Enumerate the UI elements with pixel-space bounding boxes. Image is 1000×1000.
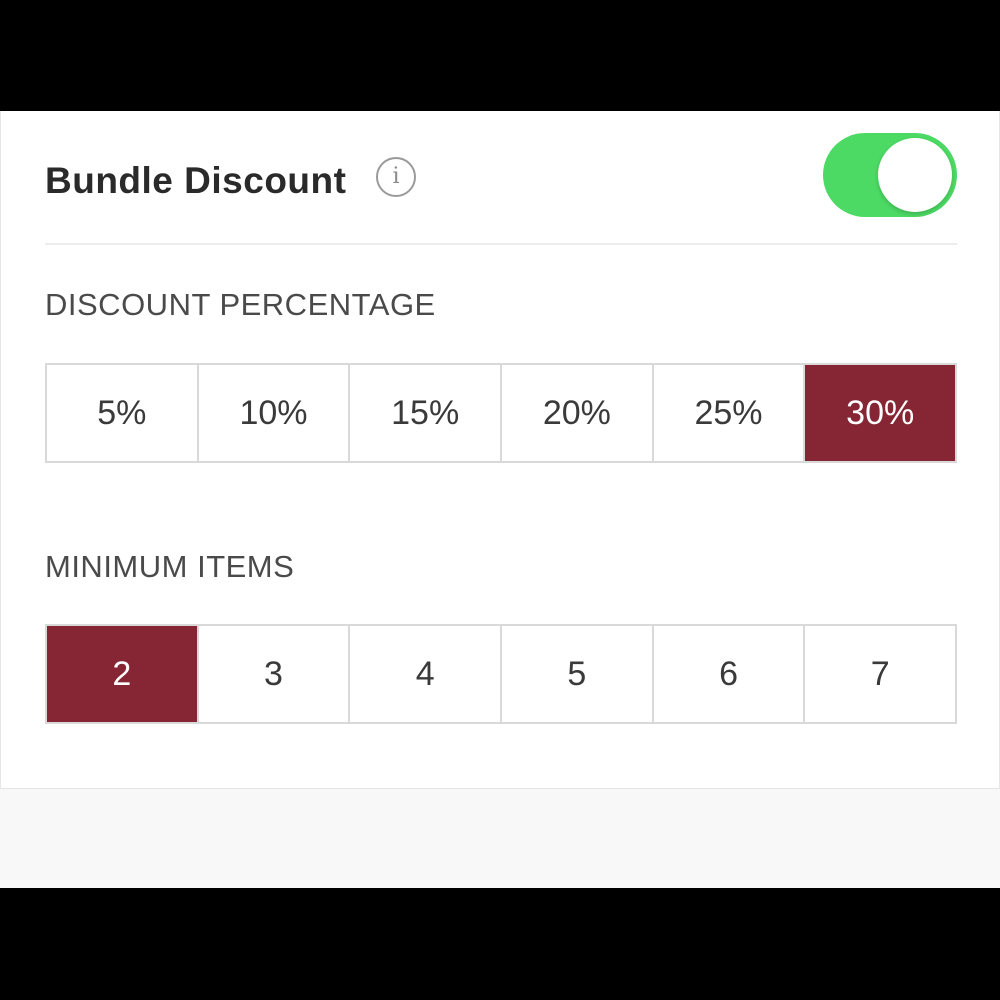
minimum-items-label: MINIMUM ITEMS	[45, 549, 295, 584]
discount-option-5[interactable]: 5%	[47, 365, 197, 461]
minimum-items-selector: 2 3 4 5 6 7	[45, 624, 957, 724]
discount-option-10[interactable]: 10%	[196, 365, 349, 461]
card-header: Bundle Discount i	[45, 111, 957, 245]
discount-option-25[interactable]: 25%	[651, 365, 804, 461]
min-items-option-4[interactable]: 4	[348, 626, 500, 722]
discount-option-20[interactable]: 20%	[500, 365, 652, 461]
min-items-option-5[interactable]: 5	[500, 626, 652, 722]
toggle-knob	[878, 138, 952, 212]
min-items-option-6[interactable]: 6	[651, 626, 804, 722]
discount-percentage-label: DISCOUNT PERCENTAGE	[45, 287, 436, 322]
discount-option-30[interactable]: 30%	[803, 365, 956, 461]
bundle-discount-card: Bundle Discount i DISCOUNT PERCENTAGE 5%…	[0, 111, 1000, 789]
info-icon[interactable]: i	[376, 157, 416, 197]
min-items-option-7[interactable]: 7	[803, 626, 955, 722]
discount-option-15[interactable]: 15%	[348, 365, 500, 461]
screen: Bundle Discount i DISCOUNT PERCENTAGE 5%…	[0, 111, 1000, 888]
min-items-option-2[interactable]: 2	[47, 626, 197, 722]
card-title: Bundle Discount	[45, 160, 347, 201]
min-items-option-3[interactable]: 3	[196, 626, 349, 722]
bundle-discount-toggle[interactable]	[823, 133, 957, 217]
discount-percentage-selector: 5% 10% 15% 20% 25% 30%	[45, 363, 957, 463]
